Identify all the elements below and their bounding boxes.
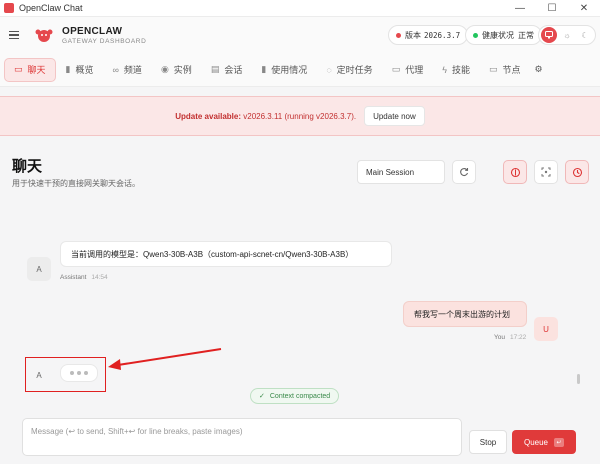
document-icon: ▤ <box>210 64 220 74</box>
chat-icon: ▭ <box>14 64 23 74</box>
maximize-icon[interactable]: ☐ <box>536 0 568 17</box>
sender-name: You <box>494 334 505 341</box>
tab-agents[interactable]: ▭ 代理 <box>383 58 433 82</box>
update-message: Update available: v2026.3.11 (running v2… <box>175 112 356 121</box>
version-label: 版本 <box>405 30 421 40</box>
annotation-highlight-box <box>25 357 106 392</box>
lightning-icon: ϟ <box>442 64 447 75</box>
enter-key-icon: ↵ <box>554 437 565 447</box>
refresh-icon[interactable] <box>452 160 476 184</box>
sender-name: Assistant <box>60 274 87 281</box>
main-nav: ▭ 聊天 ▮ 概览 ∞ 频道 ◉ 实例 ▤ 会话 ▮ 使用情况 ◌ 定时任务 ▭ 代理 ϟ 技能 … <box>0 53 600 87</box>
brand-subtitle: GATEWAY DASHBOARD <box>62 37 147 45</box>
status-dot <box>396 32 401 38</box>
tab-chat[interactable]: ▭ 聊天 <box>4 57 56 82</box>
menu-icon[interactable] <box>9 30 31 40</box>
tab-nodes[interactable]: ▭ 节点 <box>480 58 530 82</box>
update-prefix: Update available: <box>175 111 242 121</box>
health-dot <box>473 32 478 38</box>
version-value: 2026.3.7 <box>424 30 461 40</box>
tab-channels[interactable]: ∞ 频道 <box>104 58 151 82</box>
app-icon <box>4 3 14 13</box>
tab-instances[interactable]: ◉ 实例 <box>152 58 201 82</box>
settings-icon[interactable]: ⚙ <box>531 58 547 82</box>
window-title: OpenClaw Chat <box>19 3 83 13</box>
assistant-avatar: A <box>27 257 51 281</box>
assistant-message-meta: Assistant 14:54 <box>60 274 108 281</box>
page-title: 聊天 <box>12 158 43 175</box>
sun-icon[interactable]: ☼ <box>559 27 575 43</box>
tab-label: 会话 <box>224 65 243 75</box>
chat-scrollbar[interactable] <box>577 374 580 384</box>
app-header: OPENCLAW GATEWAY DASHBOARD 版本 2026.3.7 健… <box>0 17 600 53</box>
health-badge: 健康状况 正常 <box>465 25 542 45</box>
tab-label: 节点 <box>502 65 521 75</box>
assistant-message-bubble: 当前调用的模型是：Qwen3-30B-A3B（custom-api-scnet-… <box>60 241 392 267</box>
compacted-text: Context compacted <box>269 392 331 400</box>
minimize-icon[interactable]: — <box>504 0 536 17</box>
tab-label: 实例 <box>173 65 192 75</box>
close-icon[interactable]: ✕ <box>568 0 600 17</box>
usage-chart-icon: ▮ <box>261 64 267 74</box>
tab-cron[interactable]: ◌ 定时任务 <box>317 58 381 82</box>
focus-icon[interactable] <box>534 160 558 184</box>
theme-switcher: ☼ ☾ <box>538 25 596 45</box>
monitor-icon: ▭ <box>489 64 498 74</box>
tab-label: 聊天 <box>27 65 46 75</box>
update-banner: Update available: v2026.3.11 (running v2… <box>0 96 600 136</box>
moon-icon[interactable]: ☾ <box>577 27 593 43</box>
tab-skills[interactable]: ϟ 技能 <box>433 58 479 82</box>
tab-label: 代理 <box>405 65 424 75</box>
tab-label: 使用情况 <box>271 65 308 75</box>
brand-name: OPENCLAW <box>62 25 123 37</box>
check-icon: ✓ <box>259 393 265 400</box>
message-time: 14:54 <box>91 274 108 281</box>
tab-label: 频道 <box>123 65 142 75</box>
tab-usage[interactable]: ▮ 使用情况 <box>252 58 316 82</box>
folder-icon: ▭ <box>391 64 401 74</box>
bar-chart-icon: ▮ <box>65 64 71 74</box>
health-value: 正常 <box>518 30 534 40</box>
message-input[interactable]: Message (↩ to send, Shift+↩ for line bre… <box>22 418 462 456</box>
user-message-bubble: 帮我写一个周末出游的计划 <box>403 301 527 327</box>
link-icon: ∞ <box>112 64 119 75</box>
signal-icon: ◉ <box>160 64 169 74</box>
message-time: 17:22 <box>509 334 527 341</box>
tab-label: 概览 <box>75 65 94 75</box>
timer-icon: ◌ <box>326 64 332 75</box>
user-avatar: U <box>534 317 558 341</box>
queue-label: Queue <box>523 437 549 447</box>
session-select[interactable]: Main Session <box>357 160 445 184</box>
window-controls: — ☐ ✕ <box>504 0 600 17</box>
stop-button[interactable]: Stop <box>469 430 507 454</box>
context-compacted-badge: ✓ Context compacted <box>250 388 340 404</box>
queue-button[interactable]: Queue ↵ <box>512 430 576 454</box>
monitor-theme-icon[interactable] <box>541 27 557 43</box>
tab-label: 技能 <box>451 65 470 75</box>
health-label: 健康状况 <box>482 30 514 40</box>
tab-overview[interactable]: ▮ 概览 <box>57 58 103 82</box>
page-subtitle: 用于快速干预的直接网关聊天会话。 <box>12 179 140 188</box>
update-now-button[interactable]: Update now <box>364 106 425 126</box>
user-message-meta: You 17:22 <box>494 334 526 341</box>
version-badge: 版本 2026.3.7 <box>388 25 469 45</box>
thinking-toggle-icon[interactable] <box>503 160 527 184</box>
update-details: v2026.3.11 (running v2026.3.7). <box>241 111 357 121</box>
window-titlebar: OpenClaw Chat — ☐ ✕ <box>0 0 600 17</box>
tab-sessions[interactable]: ▤ 会话 <box>202 58 252 82</box>
openclaw-logo-icon <box>34 25 54 45</box>
clock-icon[interactable] <box>565 160 589 184</box>
brand: OPENCLAW GATEWAY DASHBOARD <box>62 26 146 45</box>
tab-label: 定时任务 <box>336 65 373 75</box>
